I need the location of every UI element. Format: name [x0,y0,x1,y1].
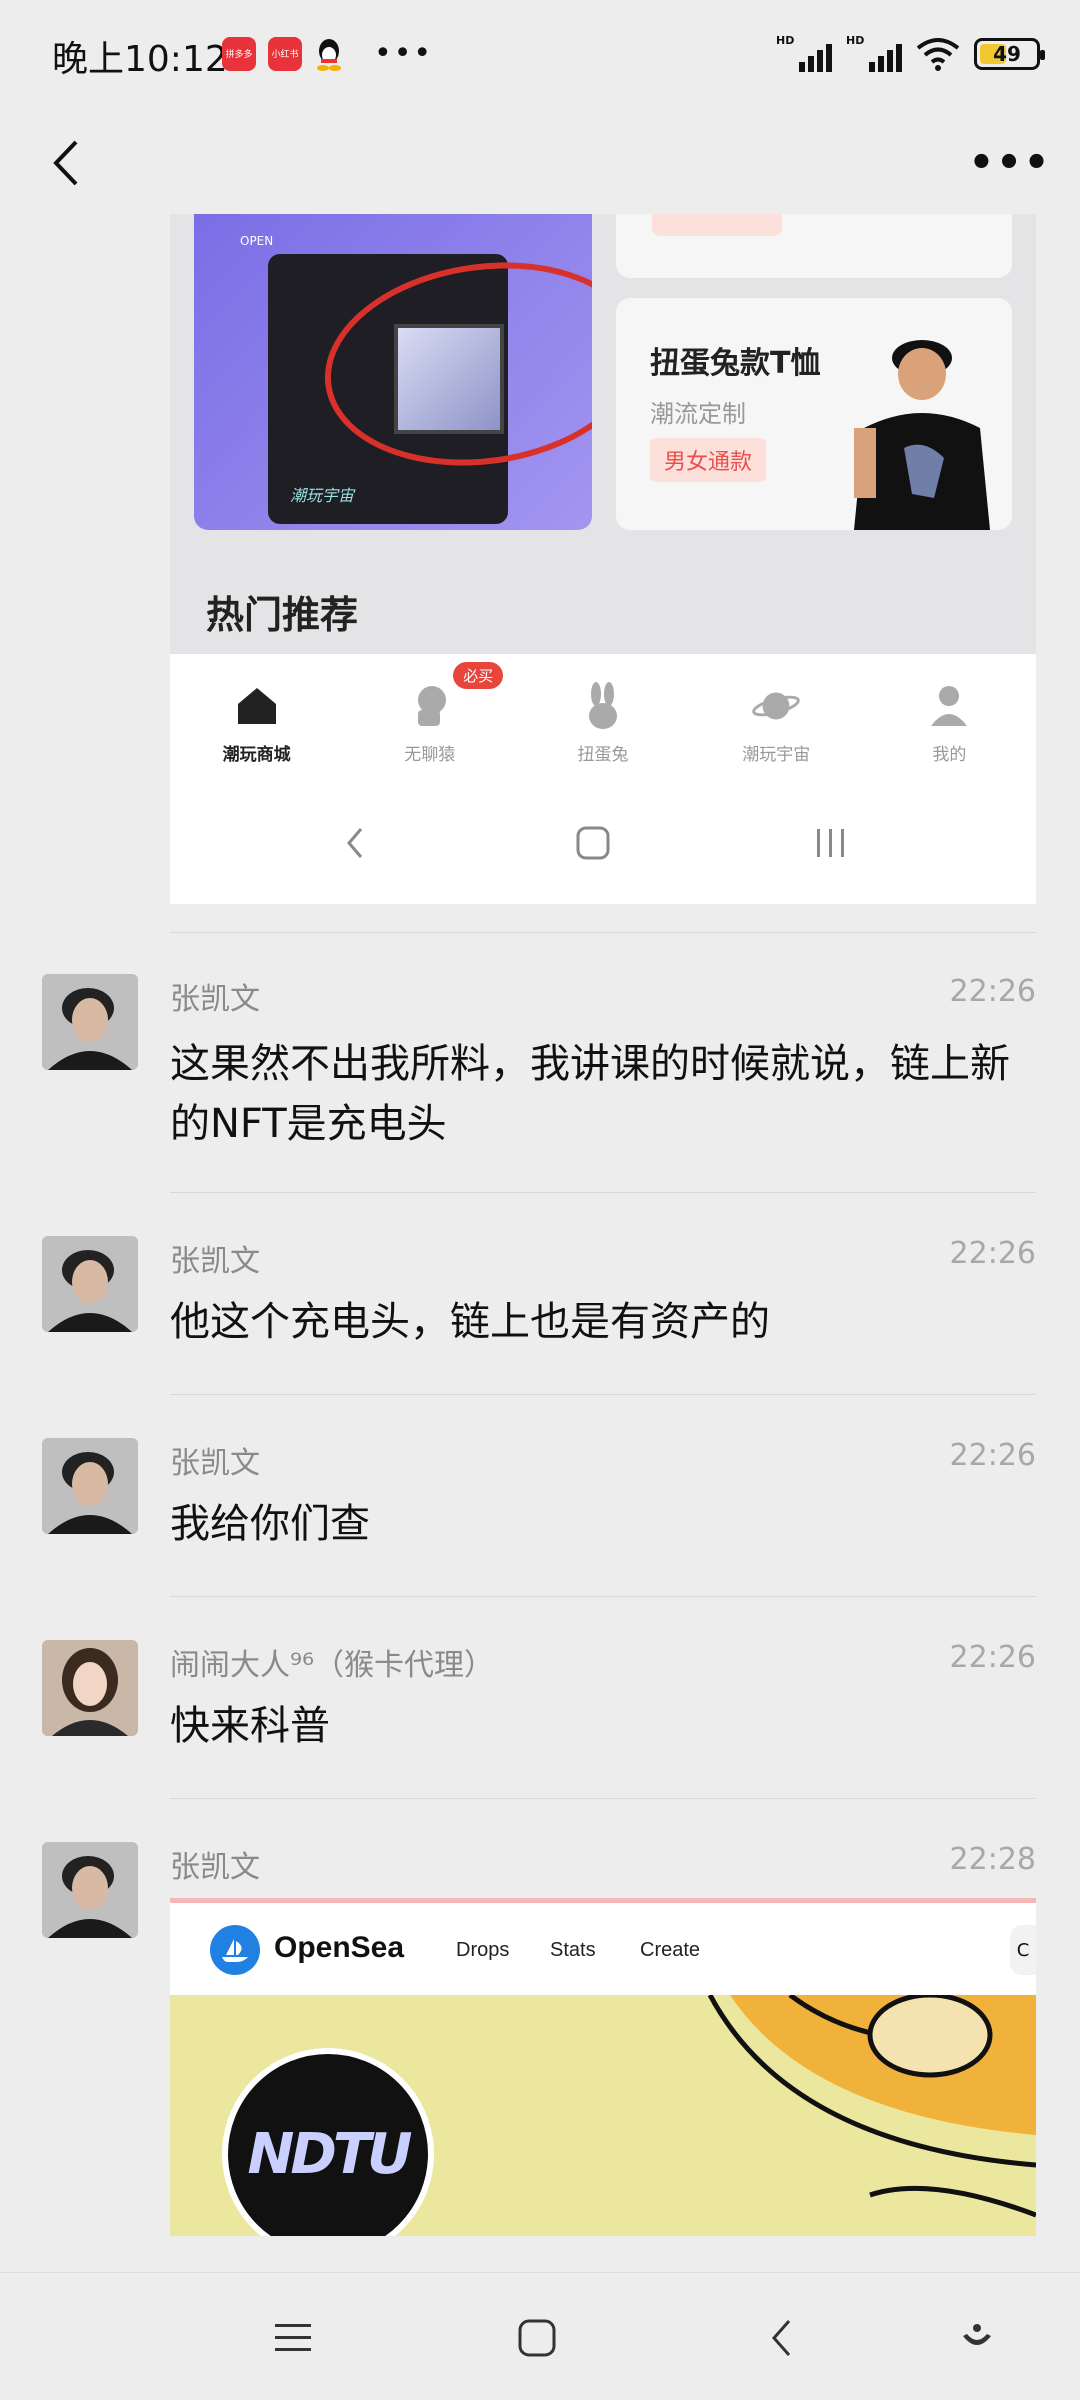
menu-icon[interactable] [258,2303,328,2373]
wifi-icon [916,36,960,72]
home-square-icon[interactable] [502,2303,572,2373]
message-time: 22:26 [949,1438,1036,1473]
status-bar: 晚上10:12 拼多多 小红书 ••• HD HD 49 [0,0,1080,110]
avatar[interactable] [42,1640,138,1736]
message-text[interactable]: 这果然不出我所料，我讲课的时候就说，链上新的NFT是充电头 [170,1034,1030,1154]
tab-universe[interactable]: 潮玩宇宙 [690,654,863,784]
promo-tag-partial [652,214,782,236]
chat-message: 张凯文 22:28 [0,1828,1080,1938]
embedded-system-nav [170,784,1036,904]
must-buy-badge: 必买 [453,662,504,689]
section-title-hot: 热门推荐 [206,593,359,637]
tab-mall[interactable]: 潮玩商城 [170,654,343,784]
chat-message: 闹闹大人⁹⁶（猴卡代理） 22:26 快来科普 [0,1626,1080,1796]
opensea-logo-icon [210,1925,260,1975]
battery-level: 49 [993,42,1021,66]
tab-label: 扭蛋兔 [577,745,629,765]
pack-open-label: OPEN [240,234,274,248]
signal-hd-2-icon: HD [846,34,902,74]
avatar[interactable] [42,974,138,1070]
user-icon [925,684,973,728]
planet-icon [752,684,800,728]
assistant-icon[interactable] [942,2303,1012,2373]
message-time: 22:26 [949,1640,1036,1675]
sender-name: 闹闹大人⁹⁶（猴卡代理） [170,1648,495,1683]
more-options-button[interactable]: ••• [968,128,1052,198]
battery-icon: 49 [974,38,1045,70]
qq-icon [314,37,344,71]
xiaohongshu-icon: 小红书 [268,36,302,71]
chat-message: 张凯文 22:26 我给你们查 [0,1424,1080,1594]
avatar[interactable] [42,1438,138,1534]
opensea-edge-button: C [1010,1925,1036,1975]
embedded-back-icon [330,818,380,868]
back-icon[interactable] [746,2303,816,2373]
promo-card-charger: OPEN 潮玩宇宙 [194,214,592,530]
sender-name: 张凯文 [170,1446,260,1481]
home-icon [233,684,281,728]
sender-name: 张凯文 [170,1850,260,1885]
system-nav-bar [0,2272,1080,2400]
sender-name: 张凯文 [170,1244,260,1279]
opensea-brand: OpenSea [274,1931,405,1964]
message-divider [170,932,1036,933]
more-dots-icon: ••• [968,140,1052,186]
promo-subtitle: 潮流定制 [650,400,746,428]
message-text[interactable]: 快来科普 [170,1696,1030,1756]
message-divider [170,1798,1036,1799]
message-text[interactable]: 他这个充电头，链上也是有资产的 [170,1292,1030,1352]
tab-ape[interactable]: 必买 无聊猿 [343,654,516,784]
more-notifications-icon: ••• [374,36,434,71]
status-indicators: HD HD 49 [776,34,1045,74]
tab-rabbit[interactable]: 扭蛋兔 [516,654,689,784]
message-time: 22:28 [949,1842,1036,1877]
signal-hd-icon: HD [776,34,832,74]
promo-title: 扭蛋兔款T恤 [650,346,821,381]
promo-card-tshirt: 扭蛋兔款T恤 潮流定制 男女通款 [616,298,1012,530]
promo-card-top-partial [616,214,1012,278]
tab-label: 潮玩宇宙 [742,745,811,765]
opensea-nav-create: Create [640,1939,701,1961]
avatar[interactable] [42,1236,138,1332]
pinduoduo-icon: 拼多多 [222,36,256,71]
avatar[interactable] [42,1842,138,1938]
message-divider [170,1596,1036,1597]
message-divider [170,1192,1036,1193]
embedded-screenshot[interactable]: OPEN 潮玩宇宙 扭蛋兔款T恤 潮流定制 男女通款 热门推荐 [170,214,1036,654]
tab-label: 无聊猿 [404,745,456,765]
opensea-nav-drops: Drops [456,1939,510,1961]
chat-nav-bar: ••• [0,110,1080,220]
status-app-icons: 拼多多 小红书 ••• [222,36,433,71]
opensea-header: OpenSea Drops Stats Create C [170,1903,1036,1995]
embedded-tab-bar: 潮玩商城 必买 无聊猿 扭蛋兔 潮玩宇宙 我的 [170,654,1036,784]
message-time: 22:26 [949,974,1036,1009]
tab-label: 潮玩商城 [222,745,291,765]
tab-profile[interactable]: 我的 [863,654,1036,784]
opensea-nav-stats: Stats [550,1939,596,1961]
opensea-screenshot-image[interactable]: OpenSea Drops Stats Create C NDTU [170,1898,1036,2236]
back-button[interactable] [30,128,100,198]
rabbit-icon [579,682,627,729]
embedded-home-icon [568,818,618,868]
chat-message: 张凯文 22:26 他这个充电头，链上也是有资产的 [0,1222,1080,1392]
status-time: 晚上10:12 [52,39,228,80]
pack-brand-label: 潮玩宇宙 [290,486,355,505]
message-time: 22:26 [949,1236,1036,1271]
chevron-left-icon [53,140,78,186]
promo-tag: 男女通款 [650,438,767,482]
ape-icon [406,684,454,728]
tab-label: 我的 [932,745,967,765]
sender-name: 张凯文 [170,982,260,1017]
chat-message: 张凯文 22:26 这果然不出我所料，我讲课的时候就说，链上新的NFT是充电头 [0,960,1080,1190]
message-divider [170,1394,1036,1395]
embedded-recents-icon [806,818,856,868]
message-text[interactable]: 我给你们查 [170,1494,1030,1554]
model-person-image [854,340,990,530]
